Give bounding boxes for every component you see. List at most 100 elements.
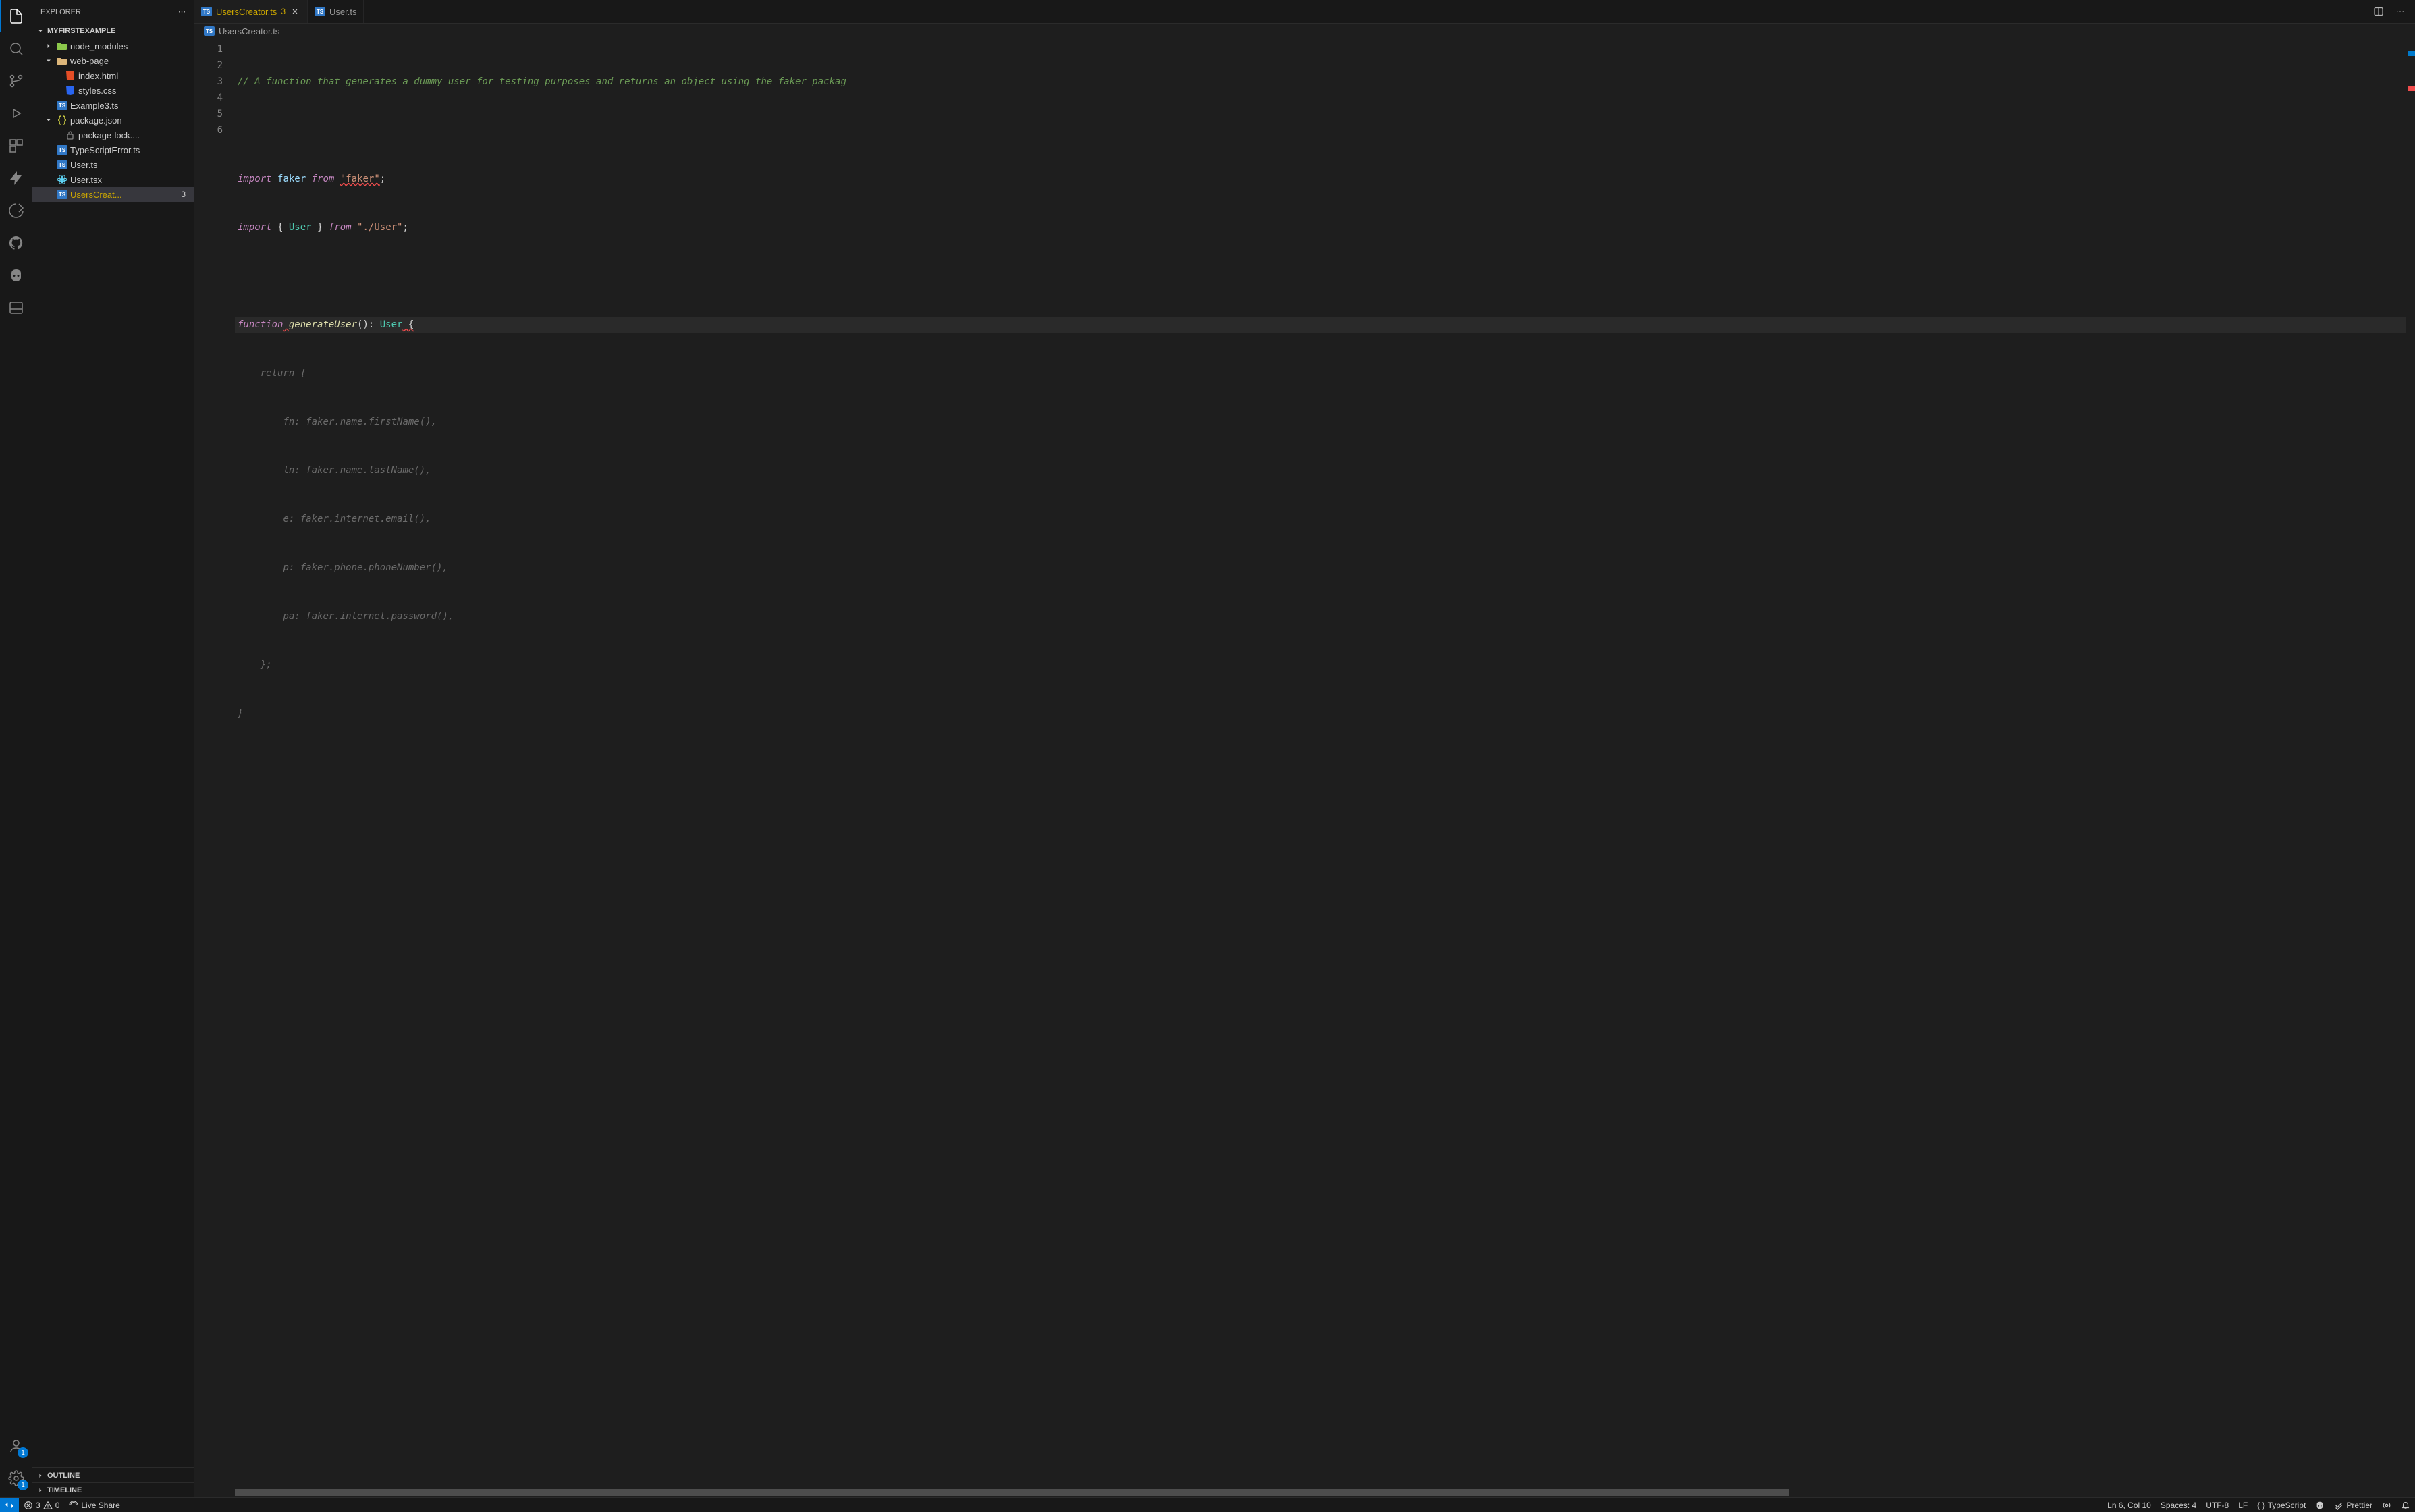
braces-icon: { } [2257,1501,2264,1510]
tree-item-label: node_modules [70,41,128,51]
timeline-section-header[interactable]: Timeline [32,1482,194,1497]
activity-search[interactable] [0,32,32,65]
tree-item-example3-ts[interactable]: TSExample3.ts [32,98,194,113]
scrollbar-thumb[interactable] [235,1489,1789,1496]
chevron-right-icon [35,1486,46,1494]
code-comment: // A function that generates a dummy use… [238,76,846,87]
folder-icon [57,55,67,66]
status-feedback[interactable] [2377,1498,2396,1512]
breadcrumb-file: UsersCreator.ts [219,26,279,36]
thunder-icon [8,170,24,186]
tree-item-styles-css[interactable]: styles.css [32,83,194,98]
outline-section-header[interactable]: Outline [32,1467,194,1482]
sidebar-more-icon[interactable]: ⋯ [178,7,186,16]
horizontal-scrollbar[interactable] [194,1488,2415,1497]
extensions-icon [8,138,24,154]
files-icon [8,8,24,24]
status-encoding[interactable]: UTF-8 [2201,1498,2233,1512]
status-language[interactable]: { } TypeScript [2252,1498,2310,1512]
tree-item-web-page[interactable]: web-page [32,53,194,68]
status-bell[interactable] [2396,1498,2415,1512]
json-icon [57,115,67,126]
sidebar-title: Explorer [40,8,81,16]
code-content[interactable]: // A function that generates a dummy use… [235,38,2406,1488]
activity-extensions[interactable] [0,130,32,162]
activity-thunder[interactable] [0,162,32,194]
account-badge: 1 [18,1447,28,1458]
status-eol[interactable]: LF [2233,1498,2252,1512]
tree-item-userscreat-[interactable]: TSUsersCreat...3 [32,187,194,202]
tree-item-node-modules[interactable]: node_modules [32,38,194,53]
tree-item-index-html[interactable]: index.html [32,68,194,83]
tree-item-label: User.ts [70,160,97,170]
tree-item-label: package-lock.... [78,130,140,140]
status-prettier[interactable]: Prettier [2329,1498,2377,1512]
project-section-header[interactable]: MyFirstExample [32,24,194,38]
activity-copilot[interactable] [0,259,32,292]
outline-label: Outline [47,1472,80,1480]
tree-item-label: TypeScriptError.ts [70,145,140,155]
status-copilot[interactable] [2310,1498,2329,1512]
warning-icon [43,1501,53,1510]
tree-item-label: package.json [70,115,122,126]
bell-icon [2401,1501,2410,1510]
activity-debug[interactable] [0,97,32,130]
remote-share-icon [8,202,24,219]
warning-count: 0 [55,1501,60,1510]
tab-label: User.ts [329,7,356,17]
tab-problem-badge: 3 [281,7,286,16]
tree-item-label: Example3.ts [70,101,119,111]
split-icon [2373,6,2384,17]
live-share-label: Live Share [81,1501,119,1510]
timeline-label: Timeline [47,1486,82,1494]
activity-explorer[interactable] [0,0,32,32]
ruler-error-marker [2408,86,2415,91]
more-actions-button[interactable]: ⋯ [2391,2,2410,21]
twistie-icon [43,57,54,65]
tree-item-package-lock-[interactable]: package-lock.... [32,128,194,142]
ts-icon: TS [57,189,67,200]
file-tree: node_modules web-pageindex.html styles.css… [32,38,194,1467]
status-bar: 3 0 Live Share Ln 6, Col 10 Spaces: 4 UT… [0,1497,2415,1512]
copilot-icon [8,267,24,284]
error-count: 3 [36,1501,40,1510]
check-icon [2334,1501,2343,1510]
split-editor-button[interactable] [2369,2,2388,21]
branch-icon [8,73,24,89]
tabs-row: TSUsersCreator.ts3TSUser.ts ⋯ [194,0,2415,24]
line-numbers: 123456 [194,38,235,1488]
sidebar-header: Explorer ⋯ [32,0,194,24]
status-live-share[interactable]: Live Share [64,1498,124,1512]
activity-github[interactable] [0,227,32,259]
html-icon [65,70,76,81]
css-icon [65,85,76,96]
tree-item-typescripterror-ts[interactable]: TSTypeScriptError.ts [32,142,194,157]
activity-account[interactable]: 1 [0,1430,32,1462]
activity-source-control[interactable] [0,65,32,97]
tree-item-label: User.tsx [70,175,102,185]
tree-item-user-ts[interactable]: TSUser.ts [32,157,194,172]
breadcrumbs[interactable]: TS UsersCreator.ts [194,24,2415,38]
activity-panel[interactable] [0,292,32,324]
tree-item-user-tsx[interactable]: User.tsx [32,172,194,187]
tab-userscreator-ts[interactable]: TSUsersCreator.ts3 [194,0,308,23]
status-problems[interactable]: 3 0 [19,1498,64,1512]
tabs: TSUsersCreator.ts3TSUser.ts [194,0,2364,23]
status-cursor[interactable]: Ln 6, Col 10 [2102,1498,2156,1512]
activity-remote[interactable] [0,194,32,227]
tree-item-label: styles.css [78,86,116,96]
status-spaces[interactable]: Spaces: 4 [2156,1498,2201,1512]
overview-ruler[interactable] [2406,38,2415,1488]
activity-settings[interactable]: 1 [0,1462,32,1494]
tab-user-ts[interactable]: TSUser.ts [308,0,364,23]
close-tab-button[interactable] [290,6,300,17]
search-icon [8,40,24,57]
tree-item-package-json[interactable]: package.json [32,113,194,128]
editor-body[interactable]: 123456 // A function that generates a du… [194,38,2415,1488]
status-remote[interactable] [0,1498,19,1512]
activity-bar: 1 1 [0,0,32,1497]
tab-label: UsersCreator.ts [216,7,277,17]
tree-item-label: UsersCreat... [70,190,122,200]
ts-icon: TS [57,100,67,111]
project-name: MyFirstExample [47,27,115,35]
